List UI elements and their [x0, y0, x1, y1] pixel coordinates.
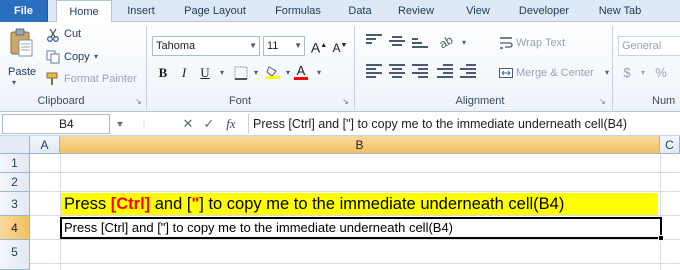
- copy-button[interactable]: Copy: [64, 51, 90, 63]
- ribbon-home: Paste ▾ Cut Copy ▾ Format Painter Clipbo…: [0, 22, 680, 112]
- underline-icon[interactable]: U: [196, 64, 214, 82]
- row-header-2[interactable]: 2: [0, 173, 30, 192]
- percent-icon[interactable]: %: [652, 64, 670, 82]
- column-header-a[interactable]: A: [30, 136, 60, 154]
- tab-review[interactable]: Review: [393, 0, 439, 22]
- alignment-launcher-icon[interactable]: ↘: [598, 97, 607, 106]
- align-center-icon[interactable]: [389, 64, 405, 78]
- font-name-value: Tahoma: [156, 40, 196, 52]
- tab-page-layout[interactable]: Page Layout: [178, 0, 252, 22]
- formula-input[interactable]: Press [Ctrl] and ["] to copy me to the i…: [248, 114, 678, 134]
- enter-icon[interactable]: ✓: [201, 115, 217, 133]
- align-bottom-icon[interactable]: [412, 38, 428, 52]
- cell-b4-selected[interactable]: Press [Ctrl] and ["] to copy me to the i…: [60, 217, 662, 239]
- column-header-c[interactable]: C: [660, 136, 680, 154]
- merge-center-icon[interactable]: [499, 66, 513, 80]
- group-separator: [354, 26, 355, 110]
- group-label-number: Num: [652, 95, 676, 107]
- borders-dropdown-icon[interactable]: ▾: [247, 64, 265, 82]
- cell-b3-ctrl-key: [Ctrl]: [110, 195, 151, 213]
- align-top-icon[interactable]: [366, 34, 382, 48]
- font-size-select[interactable]: 11 ▼: [263, 36, 305, 56]
- insert-function-icon[interactable]: fx: [223, 115, 239, 133]
- shrink-font-icon[interactable]: A▼: [331, 37, 349, 55]
- paste-dropdown-icon[interactable]: ▾: [12, 78, 16, 87]
- group-label-alignment: Alignment: [455, 95, 505, 107]
- font-launcher-icon[interactable]: ↘: [341, 97, 350, 106]
- font-color-swatch: [294, 77, 308, 80]
- formula-bar: B4 ▼ ⋮ ✕ ✓ fx Press [Ctrl] and ["] to co…: [0, 112, 680, 136]
- currency-dropdown-icon[interactable]: ▾: [634, 64, 652, 82]
- font-name-select[interactable]: Tahoma ▼: [152, 36, 260, 56]
- chevron-down-icon: ▼: [294, 41, 302, 50]
- align-left-icon[interactable]: [366, 64, 382, 78]
- fill-color-icon[interactable]: [266, 65, 280, 79]
- tab-file[interactable]: File: [0, 0, 48, 22]
- group-separator: [146, 26, 147, 110]
- borders-icon[interactable]: [234, 66, 248, 80]
- font-color-dropdown-icon[interactable]: ▾: [310, 64, 328, 82]
- select-all-button[interactable]: [0, 136, 30, 154]
- merge-center-dropdown-icon[interactable]: ▾: [598, 64, 616, 82]
- copy-icon[interactable]: [46, 50, 60, 64]
- gridline: [660, 154, 661, 270]
- more-icon: ⋮: [140, 119, 148, 128]
- orientation-dropdown-icon[interactable]: ▾: [455, 34, 473, 52]
- increase-indent-icon[interactable]: [460, 64, 476, 78]
- row-header-3[interactable]: 3: [0, 192, 30, 216]
- format-painter-icon[interactable]: [46, 72, 60, 86]
- bold-icon[interactable]: B: [154, 64, 172, 82]
- tab-developer[interactable]: Developer: [511, 0, 577, 22]
- font-color-icon[interactable]: A: [292, 62, 310, 80]
- name-box-dropdown-icon[interactable]: ▼: [112, 115, 128, 133]
- row-header-5[interactable]: 5: [0, 240, 30, 270]
- wrap-text-icon[interactable]: [499, 36, 513, 50]
- number-format-value: General: [622, 40, 662, 52]
- cell-b3[interactable]: Press [Ctrl] and ["] to copy me to the i…: [61, 193, 658, 215]
- cell-b3-text-1: Press: [64, 195, 111, 213]
- format-painter-button[interactable]: Format Painter: [64, 73, 137, 85]
- cancel-icon[interactable]: ✕: [180, 115, 196, 133]
- grow-font-icon[interactable]: A▲: [310, 37, 328, 56]
- group-separator: [612, 26, 613, 110]
- gridline: [30, 172, 680, 173]
- tab-home[interactable]: Home: [56, 0, 112, 23]
- gridline: [30, 263, 680, 264]
- name-box[interactable]: B4: [2, 114, 110, 134]
- cell-b3-text-3: ] to copy me to the immediate underneath…: [199, 195, 565, 213]
- gridline: [30, 191, 680, 192]
- gridline: [30, 215, 680, 216]
- column-header-b[interactable]: B: [60, 136, 660, 154]
- number-format-select[interactable]: General: [618, 36, 680, 56]
- fill-handle[interactable]: [658, 235, 664, 241]
- paste-icon[interactable]: [8, 28, 34, 60]
- clipboard-launcher-icon[interactable]: ↘: [134, 97, 143, 106]
- wrap-text-button[interactable]: Wrap Text: [516, 37, 565, 49]
- tab-insert[interactable]: Insert: [118, 0, 164, 22]
- chevron-down-icon: ▼: [249, 41, 257, 50]
- copy-dropdown-icon[interactable]: ▾: [94, 52, 98, 61]
- underline-dropdown-icon[interactable]: ▾: [213, 64, 231, 82]
- merge-center-button[interactable]: Merge & Center: [516, 67, 594, 79]
- gridline: [30, 239, 680, 240]
- tab-data[interactable]: Data: [342, 0, 378, 22]
- align-middle-icon[interactable]: [389, 36, 405, 50]
- row-header-1[interactable]: 1: [0, 154, 30, 173]
- italic-icon[interactable]: I: [175, 64, 193, 82]
- cut-button[interactable]: Cut: [64, 28, 81, 40]
- group-label-font: Font: [228, 95, 251, 107]
- group-label-clipboard: Clipboard: [37, 95, 85, 107]
- font-size-value: 11: [267, 40, 279, 52]
- cut-icon[interactable]: [46, 28, 60, 42]
- tab-formulas[interactable]: Formulas: [268, 0, 328, 22]
- ribbon-tabs: File Home Insert Page Layout Formulas Da…: [0, 0, 680, 23]
- decrease-indent-icon[interactable]: [437, 64, 453, 78]
- align-right-icon[interactable]: [412, 64, 428, 78]
- paste-button-label[interactable]: Paste: [8, 66, 36, 78]
- worksheet-grid: A B C 1 2 3 4 5 Press [Ctrl] and ["] to …: [0, 136, 680, 270]
- tab-new-tab[interactable]: New Tab: [592, 0, 648, 22]
- cell-b3-text-2: and [: [150, 195, 192, 213]
- row-header-4[interactable]: 4: [0, 216, 30, 240]
- tab-view[interactable]: View: [460, 0, 496, 22]
